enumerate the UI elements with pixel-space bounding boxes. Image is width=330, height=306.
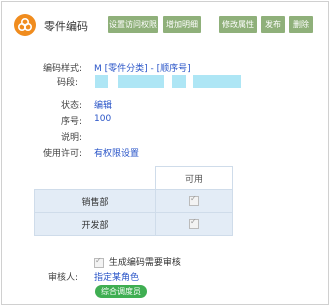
- add-detail-button[interactable]: 增加明细: [163, 16, 201, 33]
- code-style-value: M [零件分类] - [顺序号]: [94, 64, 191, 74]
- row-label: 开发部: [34, 212, 156, 236]
- reviewer-value-link[interactable]: 指定某角色: [94, 270, 139, 283]
- code-style-label: 编码样式:: [42, 64, 82, 74]
- review-required-option: 生成编码需要审核: [94, 255, 181, 268]
- panel: 零件编码 设置访问权限 增加明细 修改属性 发布 删除 编码样式: M [零件分…: [1, 1, 329, 305]
- app-logo-icon: [14, 14, 36, 36]
- table-row: 销售部: [34, 189, 233, 213]
- license-value-link[interactable]: 有权限设置: [94, 146, 139, 159]
- set-access-permission-button[interactable]: 设置访问权限: [108, 16, 158, 33]
- sequence-label: 序号:: [60, 117, 82, 127]
- code-segment-block[interactable]: [118, 75, 164, 88]
- code-segment-block[interactable]: [95, 75, 108, 88]
- page-title: 零件编码: [44, 20, 88, 33]
- column-header-available: 可用: [155, 166, 233, 190]
- status-value: 编辑: [94, 101, 113, 111]
- code-segment-block[interactable]: [193, 75, 241, 88]
- review-required-checkbox[interactable]: [94, 256, 104, 268]
- permission-table: 可用 销售部 开发部: [34, 166, 233, 236]
- license-label: 使用许可:: [42, 149, 82, 159]
- status-label: 状态:: [60, 101, 82, 111]
- reviewer-badge: 综合调度员: [95, 285, 147, 298]
- review-required-label: 生成编码需要审核: [108, 258, 181, 268]
- code-segment-label: 码段:: [56, 78, 78, 88]
- description-label: 说明:: [60, 133, 82, 143]
- row-label: 销售部: [34, 189, 156, 213]
- delete-button[interactable]: 删除: [289, 16, 313, 33]
- code-segment-block[interactable]: [172, 75, 186, 88]
- edit-attributes-button[interactable]: 修改属性: [219, 16, 257, 33]
- table-row: 开发部: [34, 212, 233, 236]
- available-checkbox[interactable]: [189, 194, 199, 206]
- publish-button[interactable]: 发布: [261, 16, 285, 33]
- available-checkbox[interactable]: [189, 217, 199, 229]
- sequence-value: 100: [94, 114, 112, 124]
- reviewer-label: 审核人:: [47, 273, 78, 283]
